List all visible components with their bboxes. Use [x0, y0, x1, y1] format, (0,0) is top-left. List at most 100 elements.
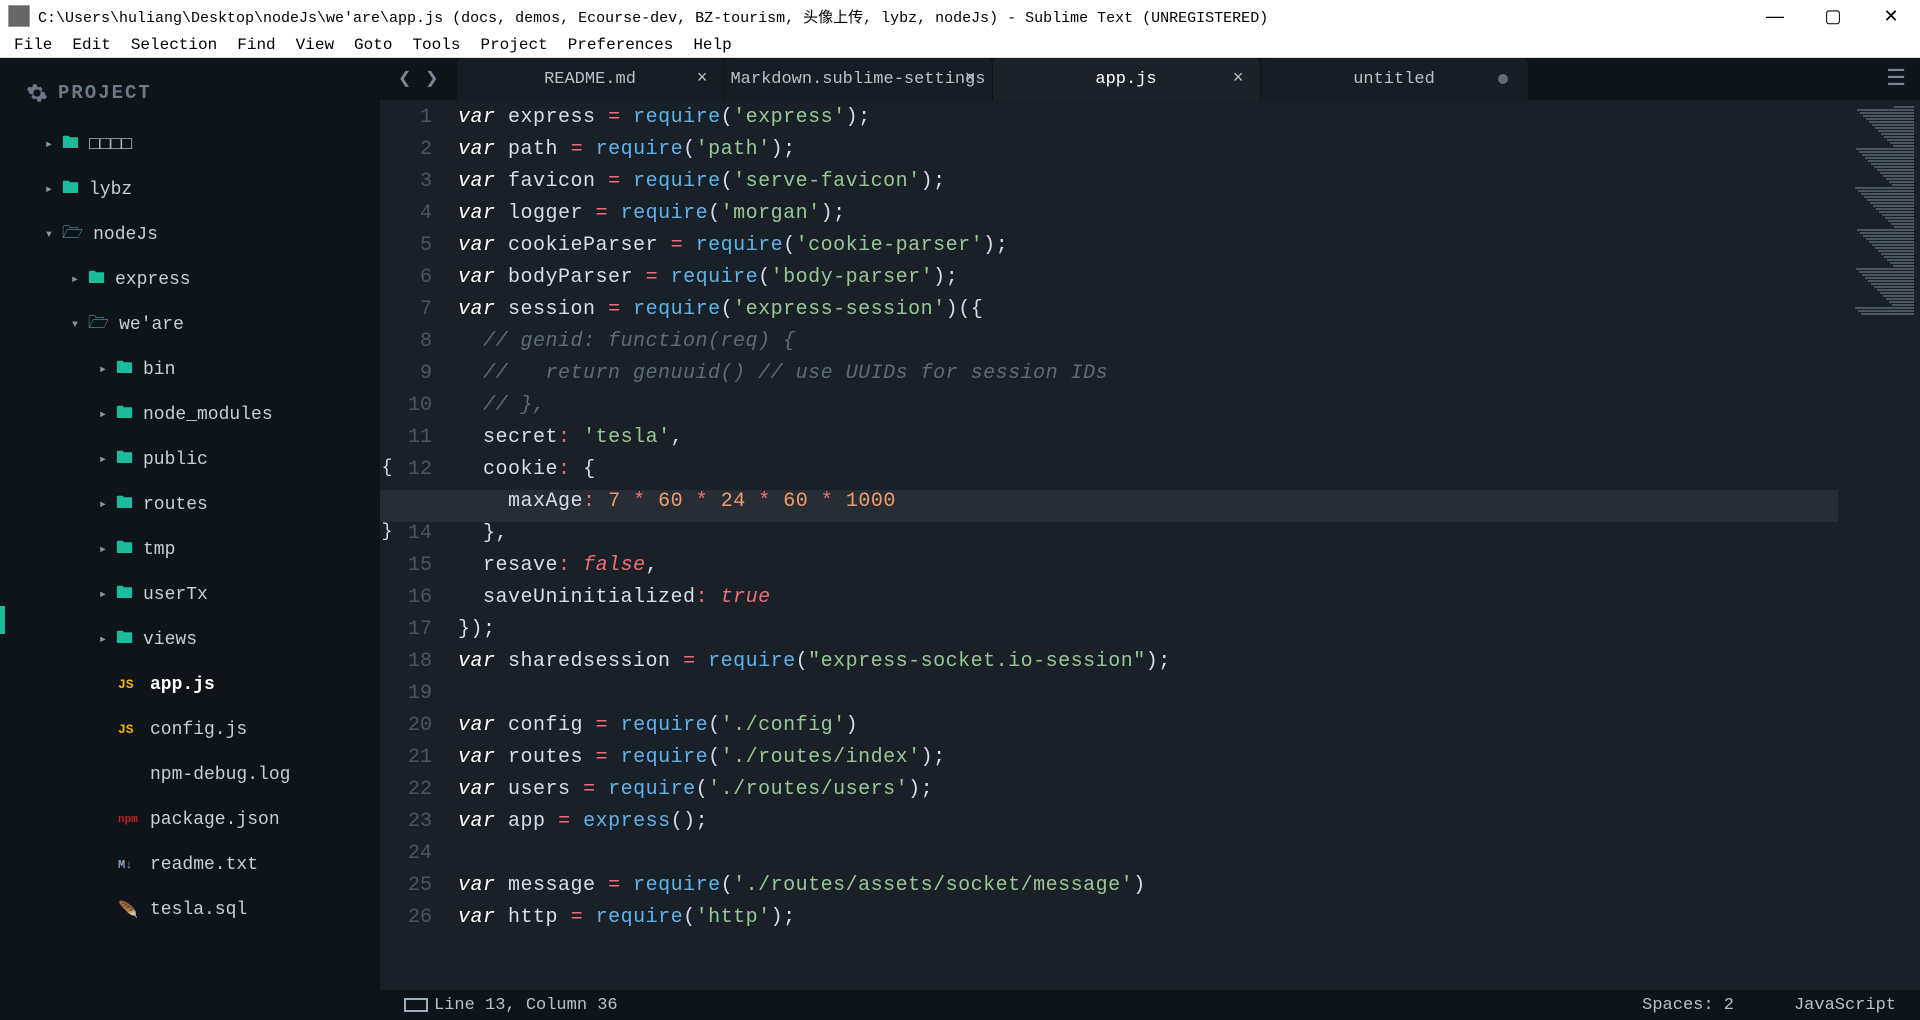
code-line[interactable]: var app = express(); [458, 810, 708, 833]
fold-marker[interactable]: } [380, 522, 394, 542]
code-line[interactable]: }, [458, 522, 508, 545]
menu-project[interactable]: Project [470, 34, 557, 56]
nav-forward-icon[interactable]: ❯ [425, 66, 438, 92]
minimap-line [1890, 142, 1914, 144]
code-line[interactable]: // return genuuid() // use UUIDs for ses… [458, 362, 1108, 385]
folder-icon: 🖿 [116, 625, 133, 654]
line-number: 4 [380, 202, 432, 225]
menu-find[interactable]: Find [227, 34, 285, 56]
fold-marker[interactable]: { [380, 458, 394, 478]
chevron-right-icon: ▸ [94, 451, 112, 468]
tree-item-label: userTx [143, 585, 208, 605]
code-line[interactable]: maxAge: 7 * 60 * 24 * 60 * 1000 [458, 490, 896, 513]
tree-folder-public[interactable]: ▸🖿public [0, 437, 380, 482]
folder-icon: 🖿 [88, 265, 105, 294]
tree-folder-routes[interactable]: ▸🖿routes [0, 482, 380, 527]
tree-file-package-json[interactable]: npmpackage.json [0, 797, 380, 842]
tree-folder--[interactable]: ▸🖿□□□□ [0, 122, 380, 167]
tab-untitled[interactable]: untitled [1261, 58, 1529, 100]
tab-app-js[interactable]: app.js× [993, 58, 1261, 100]
chevron-right-icon: ▸ [94, 496, 112, 513]
minimap-line [1862, 154, 1914, 156]
status-lang[interactable]: JavaScript [1794, 996, 1896, 1015]
close-button[interactable]: ✕ [1862, 0, 1920, 32]
code-line[interactable]: cookie: { [458, 458, 596, 481]
menu-view[interactable]: View [286, 34, 344, 56]
code-line[interactable]: var path = require('path'); [458, 138, 796, 161]
line-number: 1 [380, 106, 432, 129]
tree-file-config-js[interactable]: JSconfig.js [0, 707, 380, 752]
code-line[interactable]: // }, [458, 394, 546, 417]
menu-help[interactable]: Help [683, 34, 741, 56]
menu-edit[interactable]: Edit [62, 34, 120, 56]
code-line[interactable]: var users = require('./routes/users'); [458, 778, 933, 801]
close-icon[interactable]: × [965, 69, 976, 89]
minimap-line [1870, 202, 1914, 204]
tree-folder-nodejs[interactable]: ▾🗁nodeJs [0, 212, 380, 257]
minimap-line [1856, 148, 1914, 150]
sidebar-accent [0, 606, 5, 634]
close-icon[interactable]: × [1233, 69, 1244, 89]
minimap-line [1875, 127, 1914, 129]
code-line[interactable]: // genid: function(req) { [458, 330, 796, 353]
panel-icon[interactable] [404, 998, 422, 1012]
tree-folder-bin[interactable]: ▸🖿bin [0, 347, 380, 392]
minimize-button[interactable]: — [1746, 0, 1804, 32]
tab-markdown-sublime-settings[interactable]: Markdown.sublime-settings× [725, 58, 993, 100]
minimap-line [1863, 235, 1914, 237]
tree-folder-tmp[interactable]: ▸🖿tmp [0, 527, 380, 572]
window-title: C:\Users\huliang\Desktop\nodeJs\we'are\a… [38, 6, 1746, 27]
nav-back-icon[interactable]: ❮ [398, 66, 411, 92]
tree-folder-node-modules[interactable]: ▸🖿node_modules [0, 392, 380, 437]
menu-preferences[interactable]: Preferences [558, 34, 684, 56]
code-line[interactable]: var cookieParser = require('cookie-parse… [458, 234, 1008, 257]
tab-nav-arrows: ❮ ❯ [380, 58, 457, 100]
menu-selection[interactable]: Selection [121, 34, 227, 56]
code-line[interactable]: var http = require('http'); [458, 906, 796, 929]
code-line[interactable]: var express = require('express'); [458, 106, 871, 129]
minimap-line [1868, 160, 1914, 162]
tree-folder-express[interactable]: ▸🖿express [0, 257, 380, 302]
menu-file[interactable]: File [4, 34, 62, 56]
tree-file-readme-txt[interactable]: M↓readme.txt [0, 842, 380, 887]
tree-file-npm-debug-log[interactable]: npm-debug.log [0, 752, 380, 797]
line-number: 21 [380, 746, 432, 769]
code-line[interactable]: var sharedsession = require("express-soc… [458, 650, 1171, 673]
tree-folder-views[interactable]: ▸🖿views [0, 617, 380, 662]
code-line[interactable]: var bodyParser = require('body-parser'); [458, 266, 958, 289]
status-spaces[interactable]: Spaces: 2 [1642, 996, 1734, 1015]
hamburger-icon[interactable]: ☰ [1872, 58, 1920, 100]
code-line[interactable]: var logger = require('morgan'); [458, 202, 846, 225]
tree-file-app-js[interactable]: JSapp.js [0, 662, 380, 707]
tree-folder-we-are[interactable]: ▾🗁we'are [0, 302, 380, 347]
tree-item-label: npm-debug.log [150, 765, 290, 785]
code-line[interactable]: var config = require('./config') [458, 714, 858, 737]
menu-goto[interactable]: Goto [344, 34, 402, 56]
close-icon[interactable]: × [697, 69, 708, 89]
code-line[interactable]: var favicon = require('serve-favicon'); [458, 170, 946, 193]
minimap[interactable] [1840, 100, 1920, 990]
code-line[interactable]: var routes = require('./routes/index'); [458, 746, 946, 769]
minimap-line [1868, 280, 1914, 282]
sidebar: PROJECT ▸🖿□□□□▸🖿lybz▾🗁nodeJs▸🖿express▾🗁w… [0, 58, 380, 1020]
minimap-line [1886, 298, 1914, 300]
npm-icon: npm [118, 814, 140, 826]
code-line[interactable]: resave: false, [458, 554, 658, 577]
gear-icon [26, 82, 48, 104]
minimap-line [1881, 133, 1914, 135]
folder-icon: 🖿 [116, 580, 133, 609]
maximize-button[interactable]: ▢ [1804, 0, 1862, 32]
folder-icon: 🗁 [62, 220, 83, 249]
code-line[interactable]: var session = require('express-session')… [458, 298, 983, 321]
tab-readme-md[interactable]: README.md× [457, 58, 725, 100]
tree-folder-usertx[interactable]: ▸🖿userTx [0, 572, 380, 617]
menu-tools[interactable]: Tools [402, 34, 470, 56]
code-line[interactable]: }); [458, 618, 496, 641]
code-line[interactable]: secret: 'tesla', [458, 426, 683, 449]
tree-file-tesla-sql[interactable]: 🪶tesla.sql [0, 887, 380, 932]
code-line[interactable]: var message = require('./routes/assets/s… [458, 874, 1146, 897]
code-line[interactable]: saveUninitialized: true [458, 586, 771, 609]
code-area[interactable]: 123456789101112{1314}1516171819202122232… [380, 100, 1920, 990]
tree-folder-lybz[interactable]: ▸🖿lybz [0, 167, 380, 212]
status-cursor[interactable]: Line 13, Column 36 [434, 996, 618, 1015]
